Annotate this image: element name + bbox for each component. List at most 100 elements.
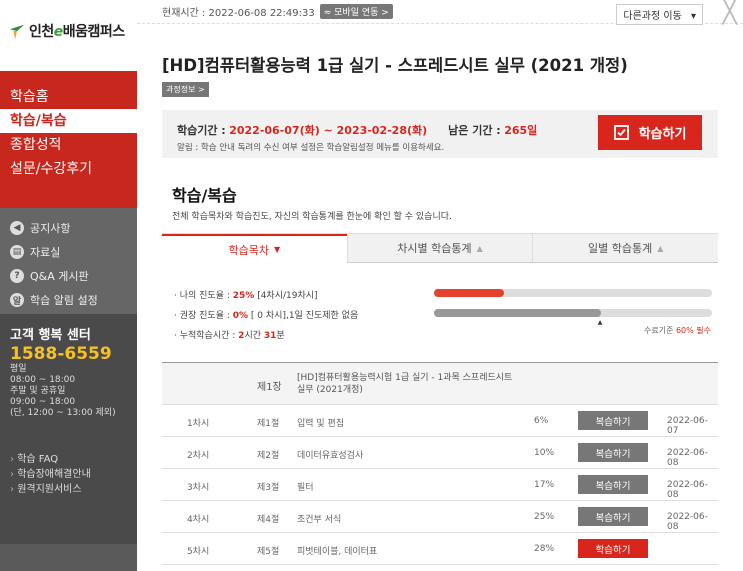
tab-daily-stats[interactable]: 일별 학습통계 ▲ xyxy=(532,234,719,263)
folder-icon: ▤ xyxy=(10,245,24,259)
session-number: 4차시 xyxy=(187,515,210,525)
menu-item-alert-settings[interactable]: 알 학습 알림 설정 xyxy=(0,288,137,312)
cumulative-time: · 누적학습시간 : 2시간 31분 xyxy=(174,331,285,341)
sub-menu: ◀ 공지사항 ▤ 자료실 ? Q&A 게시판 알 학습 알림 설정 xyxy=(0,208,137,314)
completion-threshold: 수료기준 60% 필수 xyxy=(643,326,711,335)
logo-text: 인천e배움캠퍼스 xyxy=(29,23,125,40)
chapter-number: 제1장 xyxy=(257,382,282,393)
recommended-progress-bar xyxy=(434,309,712,317)
study-date: 2022-06-08 xyxy=(667,480,708,500)
course-title: [HD]컴퓨터활용능력 1급 실기 - 스프레드시트 실무 (2021 개정) xyxy=(162,56,628,75)
progress-stats: · 나의 진도율 : 25% [4차시/19차시] · 권장 진도율 : 0% … xyxy=(174,285,714,345)
study-button[interactable]: 학습하기 xyxy=(578,539,648,558)
menu-item-notice[interactable]: ◀ 공지사항 xyxy=(0,216,137,240)
course-info-button[interactable]: 과정정보 > xyxy=(162,82,209,97)
lesson-progress: 10% xyxy=(534,448,555,458)
review-button[interactable]: 복습하기 xyxy=(578,411,648,430)
section-number: 제2절 xyxy=(257,451,280,461)
study-date: 2022-06-08 xyxy=(667,448,708,468)
session-number: 3차시 xyxy=(187,483,210,493)
nav-item-survey[interactable]: 설문/수강후기 xyxy=(0,157,137,181)
lesson-table: 제1장 [HD]컴퓨터활용능력시험 1급 실기 - 1과목 스프레드시트 실무 … xyxy=(162,362,718,565)
lesson-title: 조건부 서식 xyxy=(297,515,342,525)
remaining-days: 265일 xyxy=(504,124,538,137)
section-number: 제4절 xyxy=(257,515,280,525)
table-row: 4차시 제4절 조건부 서식 25% 복습하기 2022-06-08 xyxy=(162,501,718,533)
review-button[interactable]: 복습하기 xyxy=(578,443,648,462)
link-troubleshoot[interactable]: 학습장애해결안내 xyxy=(10,467,127,482)
nav-item-study[interactable]: 학습/복습 xyxy=(0,109,137,133)
support-hours-line: 08:00 ~ 18:00 xyxy=(10,375,76,385)
main-content: 현재시간 : 2022-06-08 22:49:33 ≈ 모바일 연동 > 다른… xyxy=(137,0,743,571)
support-hours-line: 주말 및 공휴일 xyxy=(10,386,66,396)
triangle-down-icon: ▼ xyxy=(274,245,281,254)
section-title: 학습/복습 xyxy=(172,186,237,205)
table-row: 5차시 제5절 피벗테이블, 데이터표 28% 학습하기 xyxy=(162,533,718,565)
current-time: 현재시간 : 2022-06-08 22:49:33 xyxy=(162,8,315,19)
link-remote-support[interactable]: 원격지원서비스 xyxy=(10,482,127,497)
section-number: 제3절 xyxy=(257,483,280,493)
menu-item-label: Q&A 게시판 xyxy=(30,270,89,283)
study-date: 2022-06-07 xyxy=(667,416,708,436)
link-faq[interactable]: 학습 FAQ xyxy=(10,452,127,467)
table-row: 2차시 제2절 데이터유효성검사 10% 복습하기 2022-06-08 xyxy=(162,437,718,469)
logo[interactable]: 인천e배움캠퍼스 xyxy=(0,0,137,61)
support-center: 고객 행복 센터 1588-6559 평일 08:00 ~ 18:00 주말 및… xyxy=(0,314,137,434)
tab-contents[interactable]: 학습목차 ▼ xyxy=(162,234,347,263)
start-study-button[interactable]: 학습하기 xyxy=(598,115,702,150)
support-phone: 1588-6559 xyxy=(10,344,112,364)
close-icon[interactable]: ╳ xyxy=(723,0,737,23)
section-number: 제5절 xyxy=(257,547,280,557)
section-description: 전체 학습목차와 학습진도, 자신의 학습통계를 한눈에 확인 할 수 있습니다… xyxy=(172,212,452,222)
lesson-title: 데이터유효성검사 xyxy=(297,451,364,461)
tab-bar: 학습목차 ▼ 차시별 학습통계 ▲ 일별 학습통계 ▲ xyxy=(162,233,719,263)
support-hours-line: (단, 12:00 ~ 13:00 제외) xyxy=(10,408,116,418)
help-links: 학습 FAQ 학습장애해결안내 원격지원서비스 xyxy=(0,434,137,544)
study-period: 학습기간 : 2022-06-07(화) ~ 2023-02-28(화) 남은 … xyxy=(177,124,538,137)
other-course-select[interactable]: 다른과정 이동 ▾ xyxy=(616,4,703,25)
question-icon: ? xyxy=(10,269,24,283)
my-progress-bar xyxy=(434,289,712,297)
checkbox-icon xyxy=(613,125,629,140)
menu-item-label: 공지사항 xyxy=(30,222,71,235)
mobile-link-button[interactable]: ≈ 모바일 연동 > xyxy=(319,4,393,19)
support-hours-line: 평일 xyxy=(10,364,27,374)
wifi-icon: ≈ xyxy=(323,8,332,18)
support-hours-line: 09:00 ~ 18:00 xyxy=(10,397,76,407)
chevron-down-icon: ▾ xyxy=(690,11,696,22)
menu-item-qna[interactable]: ? Q&A 게시판 xyxy=(0,264,137,288)
threshold-marker-icon: ▲ xyxy=(597,319,603,326)
my-progress: · 나의 진도율 : 25% [4차시/19차시] xyxy=(174,291,318,301)
chapter-name: [HD]컴퓨터활용능력시험 1급 실기 - 1과목 스프레드시트 실무 (202… xyxy=(297,373,513,395)
menu-item-label: 자료실 xyxy=(30,246,61,259)
table-row: 1차시 제1절 입력 및 편집 6% 복습하기 2022-06-07 xyxy=(162,405,718,437)
support-title: 고객 행복 센터 xyxy=(10,328,91,343)
speaker-icon: ◀ xyxy=(10,221,24,235)
chapter-row: 제1장 [HD]컴퓨터활용능력시험 1급 실기 - 1과목 스프레드시트 실무 … xyxy=(162,363,718,405)
sidebar: 인천e배움캠퍼스 학습홈 학습/복습 종합성적 설문/수강후기 ◀ 공지사항 ▤… xyxy=(0,0,137,571)
logo-mark-icon xyxy=(9,24,25,39)
tab-session-stats[interactable]: 차시별 학습통계 ▲ xyxy=(346,234,533,263)
menu-item-library[interactable]: ▤ 자료실 xyxy=(0,240,137,264)
bell-icon: 알 xyxy=(10,293,24,307)
study-period-range: 2022-06-07(화) ~ 2023-02-28(화) xyxy=(229,124,428,137)
nav-item-grades[interactable]: 종합성적 xyxy=(0,133,137,157)
main-nav: 학습홈 학습/복습 종합성적 설문/수강후기 xyxy=(0,71,137,208)
session-number: 5차시 xyxy=(187,547,210,557)
lesson-progress: 25% xyxy=(534,512,555,522)
lesson-progress: 6% xyxy=(534,416,549,426)
study-date: 2022-06-08 xyxy=(667,512,708,532)
lesson-progress: 28% xyxy=(534,544,555,554)
review-button[interactable]: 복습하기 xyxy=(578,507,648,526)
nav-item-home[interactable]: 학습홈 xyxy=(0,85,137,109)
table-row: 3차시 제3절 필터 17% 복습하기 2022-06-08 xyxy=(162,469,718,501)
lesson-title: 입력 및 편집 xyxy=(297,419,345,429)
recommended-progress: · 권장 진도율 : 0% [ 0 차시],1일 진도제한 없음 xyxy=(174,311,359,321)
section-number: 제1절 xyxy=(257,419,280,429)
review-button[interactable]: 복습하기 xyxy=(578,475,648,494)
recommended-progress-fill xyxy=(434,309,601,317)
alert-note: 알림 : 학습 안내 독려의 수신 여부 설정은 학습알림설정 메뉴를 이용하세… xyxy=(177,143,445,153)
study-period-box: 학습기간 : 2022-06-07(화) ~ 2023-02-28(화) 남은 … xyxy=(162,110,718,158)
lesson-progress: 17% xyxy=(534,480,555,490)
menu-item-label: 학습 알림 설정 xyxy=(30,294,98,307)
